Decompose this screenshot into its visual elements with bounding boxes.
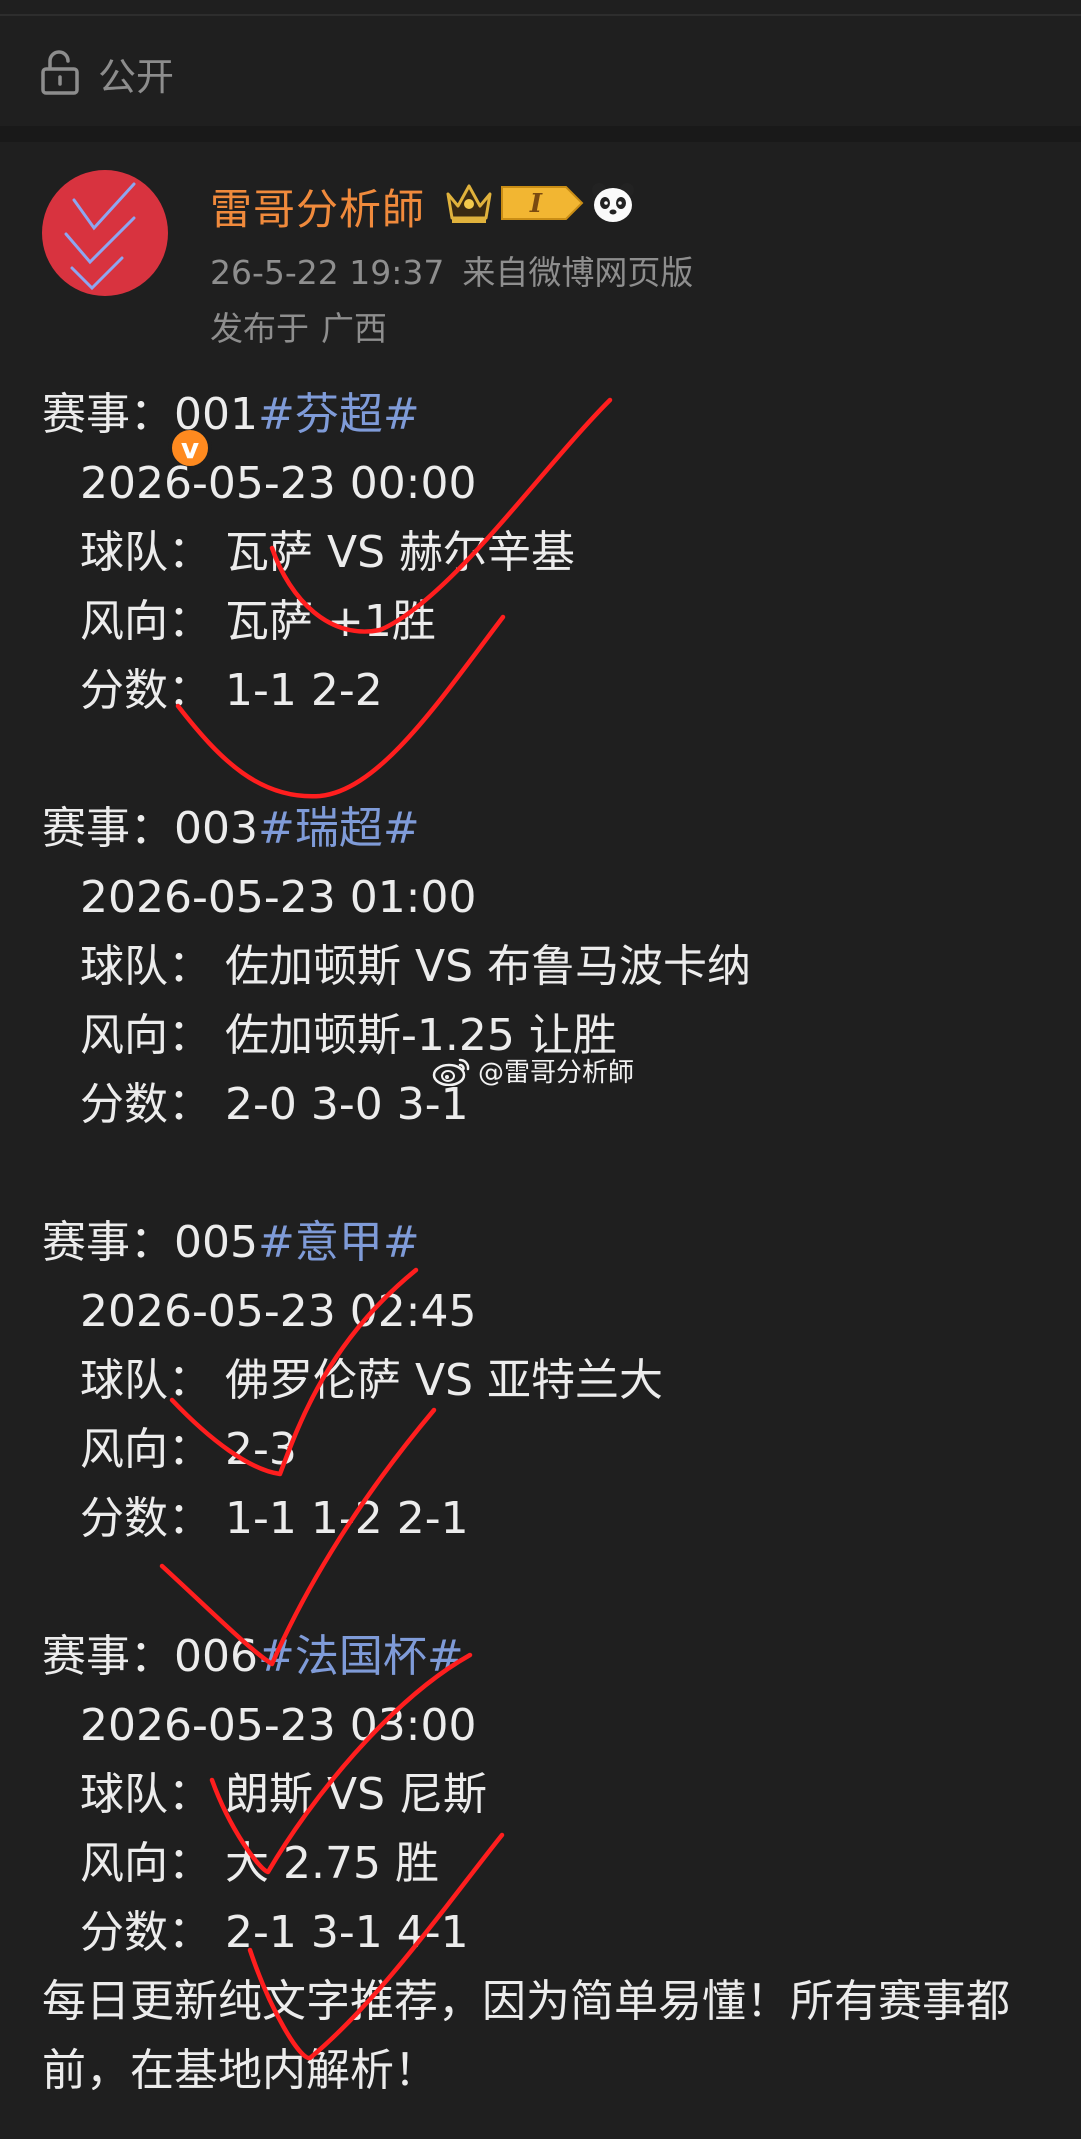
teams-label: 球队：	[80, 1355, 212, 1406]
hashtag-link[interactable]: #意甲#	[258, 1217, 420, 1268]
level-badge-icon: I	[501, 186, 584, 220]
match-teams: 球队： 朗斯 VS 尼斯	[42, 1760, 1081, 1829]
visibility-label: 公开	[98, 54, 175, 99]
footer-text-line-2: 前，在基地内解析！	[42, 2045, 438, 2096]
location-prefix: 发布于	[210, 309, 309, 348]
teams-label: 球队：	[80, 941, 212, 992]
post-meta-location: 发布于 广西	[210, 302, 399, 350]
pick-value: 瓦萨 +1胜	[225, 596, 436, 647]
match-code: 005	[174, 1217, 258, 1268]
match-code: 001	[174, 389, 258, 440]
match-datetime: 2026-05-23 00:00	[80, 458, 477, 509]
match-scores: 分数： 2-1 3-1 4-1	[42, 1898, 1081, 1967]
scores-value: 2-1 3-1 4-1	[225, 1907, 469, 1958]
post-body: 赛事：001#芬超# 2026-05-23 00:00 球队： 瓦萨 VS 赫尔辛…	[42, 380, 1081, 2105]
pick-value: 2-3	[225, 1424, 297, 1475]
watermark: @雷哥分析師	[432, 1052, 634, 1089]
pick-label: 风向：	[80, 1424, 212, 1475]
teams-label: 球队：	[80, 527, 212, 578]
post-meta-time: 26-5-22 19:37 来自微博网页版	[210, 246, 711, 294]
match-header: 赛事：005#意甲#	[42, 1208, 1081, 1277]
match-scores: 分数： 1-1 1-2 2-1	[42, 1484, 1081, 1553]
match-teams: 球队： 佛罗伦萨 VS 亚特兰大	[42, 1346, 1081, 1415]
match-datetime: 2026-05-23 01:00	[80, 872, 477, 923]
match-datetime: 2026-05-23 03:00	[80, 1700, 477, 1751]
match-code: 003	[174, 803, 258, 854]
pick-value: 大 2.75 胜	[225, 1838, 439, 1889]
user-badges[interactable]: I	[444, 178, 636, 228]
pick-label: 风向：	[80, 596, 212, 647]
match-label: 赛事：	[42, 1217, 174, 1268]
username[interactable]: 雷哥分析師	[210, 176, 425, 237]
scores-label: 分数：	[80, 1493, 212, 1544]
weibo-icon	[432, 1058, 470, 1086]
pick-label: 风向：	[80, 1838, 212, 1889]
match-pick: 风向： 大 2.75 胜	[42, 1829, 1081, 1898]
match-block: 赛事：006#法国杯# 2026-05-23 03:00 球队： 朗斯 VS 尼斯…	[42, 1622, 1081, 1967]
level-badge-text: I	[529, 189, 543, 219]
teams-value: 朗斯 VS 尼斯	[225, 1769, 488, 1820]
visibility-indicator[interactable]: 公开	[40, 48, 175, 99]
hashtag-link[interactable]: #瑞超#	[258, 803, 420, 854]
panda-icon	[592, 183, 634, 222]
match-header: 赛事：001#芬超#	[42, 380, 1081, 449]
match-scores: 分数： 1-1 2-2	[42, 656, 1081, 725]
match-teams: 球队： 瓦萨 VS 赫尔辛基	[42, 518, 1081, 587]
scores-label: 分数：	[80, 1907, 212, 1958]
match-label: 赛事：	[42, 389, 174, 440]
pick-label: 风向：	[80, 1010, 212, 1061]
match-header: 赛事：006#法国杯#	[42, 1622, 1081, 1691]
teams-value: 瓦萨 VS 赫尔辛基	[225, 527, 576, 578]
avatar[interactable]: v	[42, 170, 212, 470]
match-block: 赛事：001#芬超# 2026-05-23 00:00 球队： 瓦萨 VS 赫尔辛…	[42, 380, 1081, 725]
teams-value: 佛罗伦萨 VS 亚特兰大	[225, 1355, 664, 1406]
match-pick: 风向： 瓦萨 +1胜	[42, 587, 1081, 656]
post-time: 26-5-22 19:37	[210, 253, 445, 292]
section-divider	[0, 126, 1081, 142]
scores-value: 1-1 2-2	[225, 665, 383, 716]
match-code: 006	[174, 1631, 258, 1682]
scores-label: 分数：	[80, 1079, 212, 1130]
footer-text-line-1: 每日更新纯文字推荐，因为简单易懂！所有赛事都	[42, 1976, 1010, 2027]
location: 广西	[321, 309, 387, 348]
crown-icon	[446, 184, 492, 223]
teams-value: 佐加顿斯 VS 布鲁马波卡纳	[225, 941, 752, 992]
match-header: 赛事：003#瑞超#	[42, 794, 1081, 863]
scores-value: 1-1 1-2 2-1	[225, 1493, 469, 1544]
top-divider	[0, 14, 1081, 16]
match-datetime: 2026-05-23 02:45	[80, 1286, 477, 1337]
match-pick: 风向： 2-3	[42, 1415, 1081, 1484]
lock-open-icon	[40, 50, 80, 96]
teams-label: 球队：	[80, 1769, 212, 1820]
post-source[interactable]: 来自微博网页版	[462, 253, 693, 292]
hashtag-link[interactable]: #法国杯#	[258, 1631, 464, 1682]
match-label: 赛事：	[42, 803, 174, 854]
hashtag-link[interactable]: #芬超#	[258, 389, 420, 440]
scores-label: 分数：	[80, 665, 212, 716]
match-label: 赛事：	[42, 1631, 174, 1682]
match-block: 赛事：005#意甲# 2026-05-23 02:45 球队： 佛罗伦萨 VS 亚…	[42, 1208, 1081, 1553]
watermark-text: @雷哥分析師	[478, 1058, 635, 1088]
match-teams: 球队： 佐加顿斯 VS 布鲁马波卡纳	[42, 932, 1081, 1001]
